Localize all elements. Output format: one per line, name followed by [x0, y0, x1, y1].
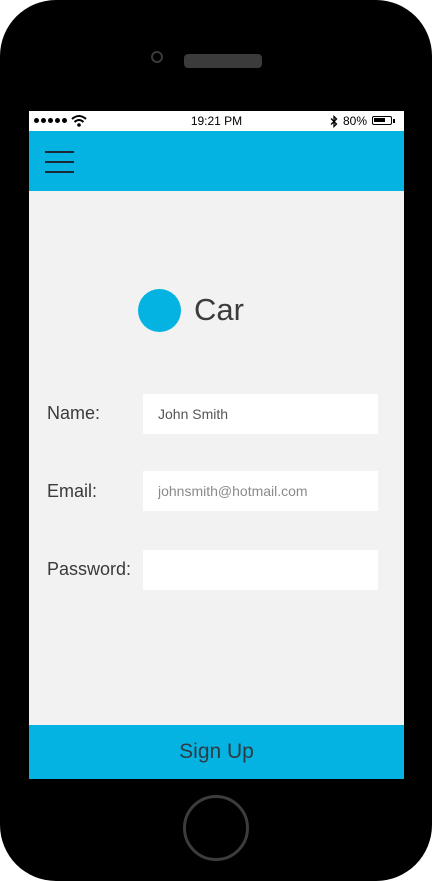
battery-level — [374, 118, 386, 122]
sign-up-button[interactable]: Sign Up — [29, 725, 404, 779]
password-label: Password: — [47, 559, 132, 579]
name-label: Name: — [47, 403, 101, 423]
front-camera — [151, 51, 163, 63]
status-bar: 19:21 PM 80% — [29, 111, 404, 131]
app-logo: Car — [138, 288, 244, 332]
hamburger-menu-icon[interactable] — [45, 151, 74, 173]
logo-circle-icon — [138, 288, 181, 332]
battery-tip — [393, 119, 395, 123]
phone-frame: 19:21 PM 80% Car Name: Email: Passw — [0, 0, 432, 881]
screen: 19:21 PM 80% Car Name: Email: Passw — [29, 111, 404, 779]
email-label: Email: — [47, 481, 98, 501]
logo-text: Car — [194, 292, 244, 327]
battery-percent: 80% — [343, 114, 368, 128]
email-input[interactable] — [143, 471, 378, 511]
earpiece-speaker — [184, 54, 262, 68]
battery-icon — [372, 116, 392, 125]
name-input[interactable] — [143, 394, 378, 434]
bluetooth-icon — [330, 115, 338, 128]
password-input[interactable] — [143, 550, 378, 590]
app-header — [29, 131, 404, 191]
home-button[interactable] — [183, 795, 249, 861]
